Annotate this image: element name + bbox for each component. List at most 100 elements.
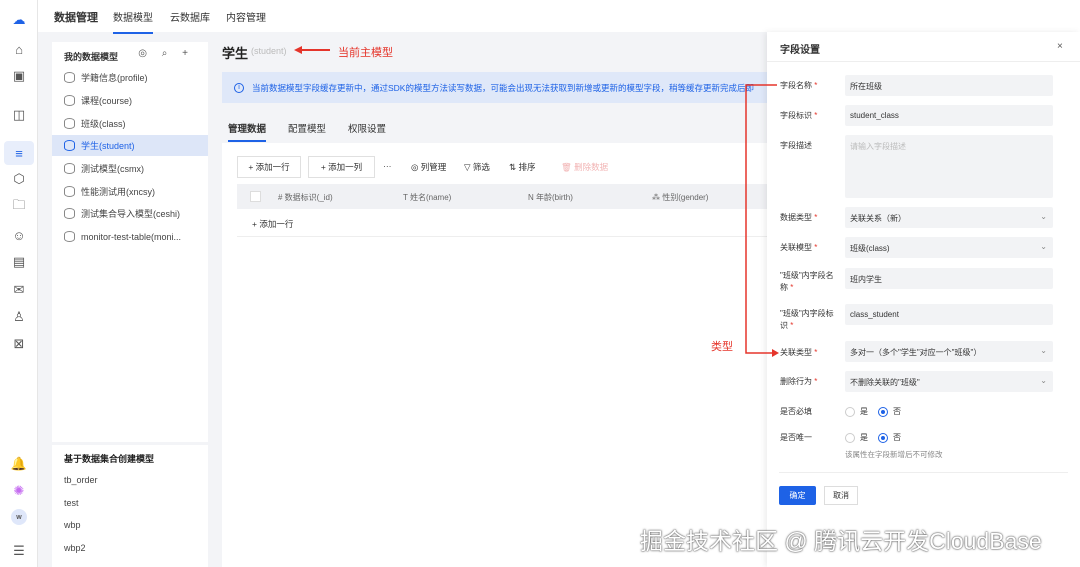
divider — [52, 442, 208, 445]
select-all-checkbox[interactable] — [250, 191, 261, 202]
cloud-logo-icon[interactable]: ☁ — [9, 10, 29, 30]
bag-icon[interactable]: ⊠ — [9, 334, 29, 354]
add-row-button[interactable]: + 添加一行 — [237, 156, 301, 178]
model-item[interactable]: 测试模型(csmx) — [52, 158, 208, 179]
column-manage-button[interactable]: ◎ 列管理 — [411, 161, 446, 173]
annotation-connector — [745, 84, 779, 357]
tab-data-model[interactable]: 数据模型 — [113, 9, 153, 34]
unique-label: 是否唯一 — [780, 433, 812, 442]
page-title: 学生 — [222, 46, 249, 61]
filter-button[interactable]: ▽ 筛选 — [464, 161, 490, 173]
collection-item[interactable]: tb_order — [64, 475, 98, 485]
collection-title: 基于数据集合创建模型 — [64, 454, 155, 464]
database-icon — [64, 208, 75, 219]
chevron-down-icon: ⌄ — [1040, 376, 1047, 385]
tab-permissions[interactable]: 权限设置 — [348, 121, 386, 135]
related-model-select[interactable]: 班级(class) ⌄ — [845, 237, 1053, 258]
column-label: 年龄(birth) — [536, 193, 573, 202]
unique-hint: 该属性在字段新增后不可修改 — [845, 450, 943, 459]
inner-id-input[interactable]: class_student — [845, 304, 1053, 325]
delete-data-button[interactable]: 🗑 删除数据 — [561, 161, 608, 173]
confirm-button[interactable]: 确定 — [779, 486, 816, 505]
model-item[interactable]: 测试集合导入模型(ceshi) — [52, 203, 208, 224]
model-list-tools[interactable]: ◎ ⌕ + — [138, 48, 194, 59]
relation-type-select[interactable]: 多对一（多个"学生"对应一个"班级"） ⌄ — [845, 341, 1053, 362]
column-birth[interactable]: N 年龄(birth) — [528, 192, 573, 203]
tab-content[interactable]: 内容管理 — [226, 9, 266, 24]
browser-icon[interactable]: ▣ — [9, 66, 29, 86]
radio-label: 否 — [893, 407, 901, 416]
divider — [767, 61, 1080, 62]
mail-lock-icon[interactable]: ✉ — [9, 280, 29, 300]
field-desc-textarea[interactable]: 请输入字段描述 — [845, 135, 1053, 198]
drawer-title: 字段设置 — [780, 45, 820, 56]
info-icon: i — [234, 82, 244, 93]
trash-icon: 🗑 — [561, 162, 575, 172]
model-item[interactable]: 学籍信息(profile) — [52, 67, 208, 88]
column-label: 姓名(name) — [409, 193, 452, 202]
model-list-panel: 我的数据模型 ◎ ⌕ + 学籍信息(profile) 课程(course) 班级… — [52, 42, 208, 567]
tab-cloud-db[interactable]: 云数据库 — [170, 9, 210, 24]
eye-icon: ◎ — [411, 162, 421, 172]
model-label: 学籍信息(profile) — [81, 73, 148, 83]
layout-icon[interactable]: ◫ — [9, 105, 29, 125]
model-item[interactable]: monitor-test-table(moni... — [52, 226, 208, 247]
avatar[interactable]: w — [11, 509, 27, 525]
model-label: 测试集合导入模型(ceshi) — [81, 209, 181, 219]
tab-manage-data[interactable]: 管理数据 — [228, 121, 267, 142]
collapse-icon[interactable]: ☰ — [9, 541, 29, 561]
sort-button[interactable]: ⇅ 排序 — [509, 161, 536, 173]
column-id[interactable]: # 数据标识(_id) — [278, 192, 333, 203]
model-label: monitor-test-table(moni... — [81, 231, 182, 242]
delete-behavior-select[interactable]: 不删除关联的"班级" ⌄ — [845, 371, 1053, 392]
column-manage-label: 列管理 — [420, 162, 447, 172]
relation-type-label: 关联类型 * — [780, 348, 818, 357]
chevron-down-icon: ⌄ — [1040, 212, 1047, 221]
field-id-input[interactable]: student_class — [845, 105, 1053, 126]
chevron-down-icon: ⌄ — [1040, 242, 1047, 251]
annotation-main-model: 当前主模型 — [338, 47, 393, 59]
database-icon[interactable]: ≡ — [4, 141, 34, 165]
field-name-input[interactable]: 所在班级 — [845, 75, 1053, 96]
select-value: 班级(class) — [850, 244, 890, 253]
bell-icon[interactable]: 🔔 — [9, 454, 29, 474]
required-no-radio[interactable] — [878, 407, 888, 417]
more-button[interactable]: ··· — [383, 161, 392, 171]
robot-icon[interactable]: ☺ — [9, 225, 29, 245]
cloud-folder-icon[interactable]: 🗀 — [9, 197, 29, 217]
home-icon[interactable]: ⌂ — [9, 39, 29, 59]
model-item[interactable]: 性能测试用(xncsy) — [52, 181, 208, 202]
required-label: 是否必填 — [780, 407, 812, 416]
chart-icon[interactable]: ▤ — [9, 252, 29, 272]
user-lock-icon[interactable]: ♙ — [9, 307, 29, 327]
required-yes-radio[interactable] — [845, 407, 855, 417]
column-gender[interactable]: ⁂ 性别(gender) — [652, 192, 708, 203]
annotation-type: 类型 — [711, 341, 733, 353]
radio-label: 是 — [860, 407, 868, 416]
ai-flower-icon[interactable]: ✺ — [9, 481, 29, 501]
cancel-button[interactable]: 取消 — [824, 486, 858, 505]
table-row — [237, 209, 770, 237]
close-icon[interactable]: × — [1057, 41, 1063, 52]
model-item[interactable]: 班级(class) — [52, 113, 208, 134]
filter-label: 筛选 — [472, 162, 490, 172]
database-icon — [64, 163, 75, 174]
model-item-active[interactable]: 学生(student) — [52, 135, 208, 156]
annotation-arrow — [294, 46, 330, 54]
function-icon[interactable]: ⬡ — [9, 169, 29, 189]
collection-item[interactable]: wbp2 — [64, 543, 86, 553]
collection-item[interactable]: wbp — [64, 520, 81, 530]
data-type-select[interactable]: 关联关系（新） ⌄ — [845, 207, 1053, 228]
column-name[interactable]: T 姓名(name) — [403, 192, 451, 203]
sort-label: 排序 — [518, 162, 536, 172]
collection-item[interactable]: test — [64, 498, 79, 508]
inner-name-input[interactable]: 班内学生 — [845, 268, 1053, 289]
tab-config-model[interactable]: 配置模型 — [288, 121, 326, 135]
add-row-inline[interactable]: + 添加一行 — [252, 218, 293, 230]
model-item[interactable]: 课程(course) — [52, 90, 208, 111]
add-column-button[interactable]: + 添加一列 — [308, 156, 375, 178]
select-value: 多对一（多个"学生"对应一个"班级"） — [850, 348, 982, 357]
unique-no-radio[interactable] — [878, 433, 888, 443]
unique-yes-radio[interactable] — [845, 433, 855, 443]
data-type-label: 数据类型 * — [780, 213, 818, 222]
